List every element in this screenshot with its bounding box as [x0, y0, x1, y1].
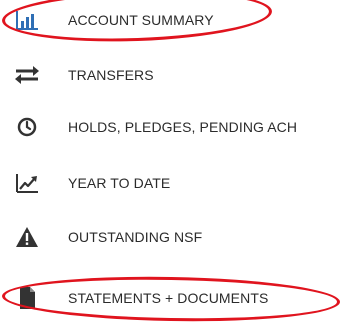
- transfer-arrows-icon: [14, 63, 40, 87]
- menu-item-label: ACCOUNT SUMMARY: [68, 12, 214, 28]
- account-menu: ACCOUNT SUMMARY TRANSFERS HOLDS, PLEDGES…: [0, 0, 347, 324]
- menu-item-account-summary[interactable]: ACCOUNT SUMMARY: [0, 0, 347, 40]
- menu-item-label: HOLDS, PLEDGES, PENDING ACH: [68, 119, 298, 135]
- menu-item-label: YEAR TO DATE: [68, 175, 171, 191]
- menu-item-outstanding-nsf[interactable]: OUTSTANDING NSF: [0, 217, 347, 257]
- menu-item-year-to-date[interactable]: YEAR TO DATE: [0, 163, 347, 203]
- clock-icon: [14, 115, 40, 139]
- menu-item-label: STATEMENTS + DOCUMENTS: [68, 290, 269, 306]
- menu-item-label: TRANSFERS: [68, 67, 154, 83]
- warning-icon: [14, 225, 40, 249]
- document-icon: [14, 286, 40, 310]
- menu-item-transfers[interactable]: TRANSFERS: [0, 55, 347, 95]
- bar-chart-icon: [14, 8, 40, 32]
- trending-up-icon: [14, 171, 40, 195]
- menu-item-holds-pledges-pending-ach[interactable]: HOLDS, PLEDGES, PENDING ACH: [0, 107, 347, 147]
- menu-item-statements-documents[interactable]: STATEMENTS + DOCUMENTS: [0, 278, 347, 318]
- menu-item-label: OUTSTANDING NSF: [68, 229, 203, 245]
